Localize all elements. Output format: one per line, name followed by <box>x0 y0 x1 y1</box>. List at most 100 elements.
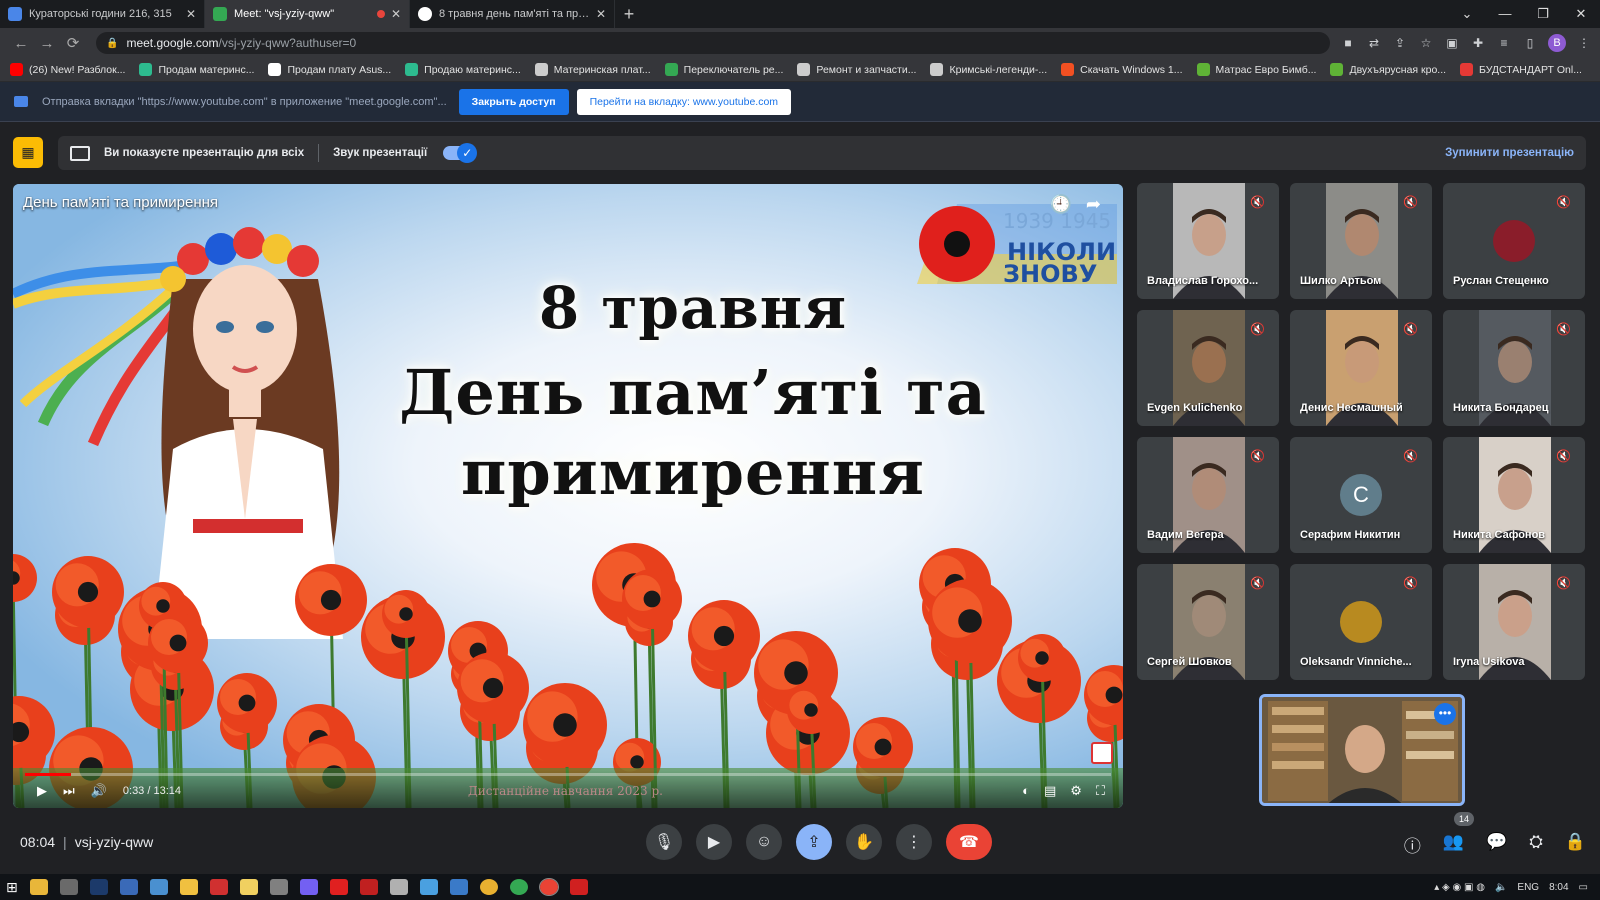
forward-button[interactable]: → <box>34 35 60 52</box>
bookmark-item[interactable]: Кримські-легенди-... <box>930 63 1047 76</box>
app-icon[interactable] <box>389 879 408 895</box>
bookmark-item[interactable]: Материнская плат... <box>534 63 651 76</box>
acrobat-icon[interactable] <box>359 879 378 895</box>
app-icon[interactable] <box>149 879 168 895</box>
bookmark-star-icon[interactable]: ☆ <box>1418 36 1434 50</box>
app-icon[interactable] <box>419 879 438 895</box>
go-to-tab-button[interactable]: Перейти на вкладку: www.youtube.com <box>576 88 792 115</box>
participant-tile[interactable]: 🔇 Iryna Usikova <box>1443 564 1585 680</box>
app-icon[interactable] <box>269 879 288 895</box>
reload-button[interactable]: ⟳ <box>60 34 86 52</box>
bookmark-item[interactable]: Продаю материнс... <box>405 63 521 76</box>
bookmark-item[interactable]: Продам материнс... <box>139 63 254 76</box>
app-icon[interactable] <box>119 879 138 895</box>
youtube-watermark-icon[interactable] <box>1091 742 1113 764</box>
play-icon[interactable]: ▶ <box>37 783 47 799</box>
bookmark-item[interactable]: БУДСТАНДАРТ Onl... <box>1460 63 1582 76</box>
participant-tile[interactable]: 🔇 Денис Несмашный <box>1290 310 1432 426</box>
participant-tile[interactable]: 🔇 Никита Бондарец <box>1443 310 1585 426</box>
participant-tile[interactable]: 🔇 Oleksandr Vinniche... <box>1290 564 1432 680</box>
fullscreen-icon[interactable]: ⛶ <box>1096 783 1105 799</box>
camera-in-use-icon[interactable]: ■ <box>1340 36 1356 50</box>
url-bar[interactable]: 🔒 meet.google.com/vsj-yziy-qww?authuser=… <box>96 32 1330 54</box>
close-tab-icon[interactable]: ✕ <box>186 7 196 21</box>
participant-tile[interactable]: 🔇 Владислав Горохо... <box>1137 183 1279 299</box>
next-icon[interactable]: ⏭ <box>63 783 75 799</box>
taskbar-clock[interactable]: 8:04 <box>1549 882 1568 893</box>
present-now-button[interactable]: ⇪ <box>796 824 832 860</box>
close-window-button[interactable]: ✕ <box>1562 0 1600 28</box>
stop-presenting-button[interactable]: Зупинити презентацію <box>1445 147 1574 159</box>
pdf-icon[interactable] <box>569 879 588 895</box>
bookmark-item[interactable]: (26) New! Разблок... <box>10 63 125 76</box>
app-icon[interactable] <box>239 879 258 895</box>
participant-tile[interactable]: 🔇 Никита Сафонов <box>1443 437 1585 553</box>
video-progress-bar[interactable] <box>25 773 1111 776</box>
new-tab-button[interactable]: + <box>615 0 643 28</box>
host-controls-icon[interactable]: 🔒 <box>1565 832 1586 857</box>
app-icon[interactable] <box>59 879 78 895</box>
participant-tile[interactable]: C 🔇 Серафим Никитин <box>1290 437 1432 553</box>
participant-tile[interactable]: 🔇 Руслан Стещенко <box>1443 183 1585 299</box>
viber-icon[interactable] <box>299 879 318 895</box>
meeting-details-icon[interactable]: ⓘ <box>1404 832 1421 857</box>
raise-hand-button[interactable]: ✋ <box>846 824 882 860</box>
settings-icon[interactable]: ⚙ <box>1070 783 1082 799</box>
close-tab-icon[interactable]: ✕ <box>391 7 401 21</box>
stop-sharing-button[interactable]: Закрыть доступ <box>458 88 569 115</box>
start-icon[interactable]: ⊞ <box>6 879 18 896</box>
opera-icon[interactable] <box>329 879 348 895</box>
back-button[interactable]: ← <box>8 35 34 52</box>
bookmark-item[interactable]: Ремонт и запчасти... <box>797 63 916 76</box>
tab-youtube-video[interactable]: 8 травня день пам'яті та примир ✕ <box>410 0 615 28</box>
bookmark-item[interactable]: Матрас Евро Бимб... <box>1196 63 1316 76</box>
tab-search-icon[interactable]: ⌄ <box>1448 0 1486 28</box>
close-tab-icon[interactable]: ✕ <box>596 7 606 21</box>
bookmark-item[interactable]: Продам плату Asus... <box>268 63 391 76</box>
chrome-icon[interactable] <box>479 879 498 895</box>
app-icon[interactable] <box>209 879 228 895</box>
activities-icon[interactable]: ⛭ <box>1529 832 1543 857</box>
extension-icon[interactable]: ▣ <box>1444 36 1460 50</box>
presentation-audio-toggle[interactable] <box>443 143 478 163</box>
photoshop-icon[interactable] <box>89 879 108 895</box>
volume-icon[interactable]: 🔊 <box>91 783 107 799</box>
tab-meet[interactable]: Meet: "vsj-yziy-qww" ✕ <box>205 0 410 28</box>
tab-curator-hours[interactable]: Кураторські години 216, 315 ✕ <box>0 0 205 28</box>
chrome-icon[interactable] <box>509 879 528 895</box>
more-options-icon[interactable]: ••• <box>1434 703 1456 725</box>
people-icon[interactable]: 👥 <box>1443 832 1464 857</box>
leave-call-button[interactable]: ☎ <box>946 824 992 860</box>
restore-button[interactable]: ❐ <box>1524 0 1562 28</box>
profile-avatar[interactable]: B <box>1548 34 1566 52</box>
microphone-button[interactable]: 🎙 <box>646 824 682 860</box>
tray-icons[interactable]: ▴ ◈ ◉ ▣ ◍ <box>1434 882 1485 893</box>
minimize-button[interactable]: — <box>1486 0 1524 28</box>
camera-button[interactable]: ▶ <box>696 824 732 860</box>
watch-later-icon[interactable]: 🕘 <box>1049 194 1071 215</box>
chat-icon[interactable]: 💬 <box>1486 832 1507 857</box>
puzzle-extensions-icon[interactable]: ✚ <box>1470 36 1486 50</box>
more-options-button[interactable]: ⋮ <box>896 824 932 860</box>
bookmark-item[interactable]: Двухъярусная кро... <box>1330 63 1446 76</box>
self-view-tile[interactable]: ••• <box>1259 694 1465 806</box>
share-icon[interactable]: ⇪ <box>1392 36 1408 50</box>
bookmark-item[interactable]: Переключатель ре... <box>664 63 783 76</box>
app-icon[interactable] <box>179 879 198 895</box>
media-control-icon[interactable]: ≡ <box>1496 36 1512 50</box>
autoplay-toggle-icon[interactable]: ◐ <box>1022 783 1030 799</box>
notifications-icon[interactable]: ▭ <box>1579 882 1588 893</box>
share-arrow-icon[interactable]: ➦ <box>1086 194 1101 215</box>
participant-tile[interactable]: 🔇 Вадим Вегера <box>1137 437 1279 553</box>
side-panel-icon[interactable]: ▯ <box>1522 36 1538 50</box>
participant-tile[interactable]: 🔇 Сергей Шовков <box>1137 564 1279 680</box>
volume-tray-icon[interactable]: 🔈 <box>1495 882 1507 893</box>
translate-icon[interactable]: ⇄ <box>1366 36 1382 50</box>
input-language[interactable]: ENG <box>1517 882 1539 893</box>
bookmark-item[interactable]: Скачать Windows 1... <box>1061 63 1183 76</box>
participant-tile[interactable]: 🔇 Шилко Артьом <box>1290 183 1432 299</box>
file-explorer-icon[interactable] <box>29 879 48 895</box>
presentation-icon-button[interactable]: ▦ <box>13 137 43 168</box>
chrome-icon[interactable] <box>538 878 559 896</box>
emoji-reaction-button[interactable]: ☺ <box>746 824 782 860</box>
